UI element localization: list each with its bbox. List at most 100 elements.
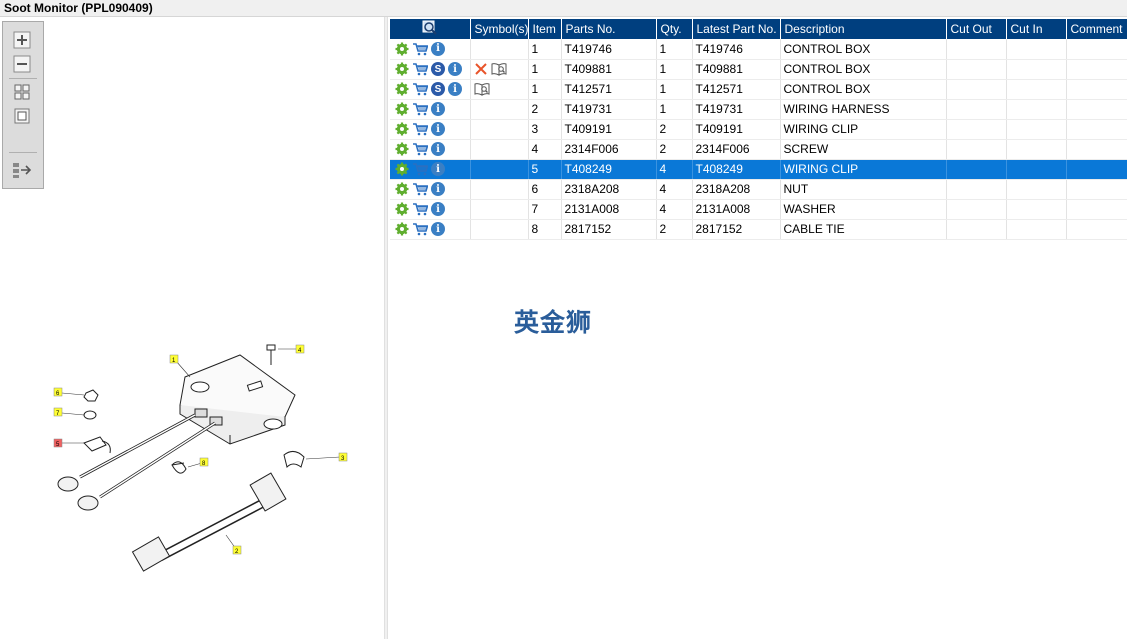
info-icon[interactable]: i — [448, 62, 462, 76]
shopping-cart-icon[interactable] — [412, 62, 428, 76]
book-icon — [491, 63, 506, 76]
info-icon[interactable]: i — [431, 102, 445, 116]
info-icon[interactable]: i — [431, 162, 445, 176]
table-row[interactable]: Si 1 T409881 1 T409881 CONTROL BOX — [390, 59, 1127, 80]
comment-cell — [1066, 139, 1127, 160]
shopping-cart-icon[interactable] — [412, 222, 428, 236]
s-icon[interactable]: S — [431, 82, 445, 96]
latest-part-number-cell: T412571 — [692, 79, 781, 100]
info-icon[interactable]: i — [431, 182, 445, 196]
description-cell: CONTROL BOX — [780, 79, 947, 100]
column-header-symbols[interactable]: Symbol(s) — [470, 19, 529, 39]
column-header-item[interactable]: Item — [528, 19, 562, 39]
table-row[interactable]: i 2 T419731 1 T419731 WIRING HARNESS — [390, 99, 1127, 120]
shopping-cart-icon[interactable] — [412, 102, 428, 116]
column-header-comment[interactable]: Comment — [1066, 19, 1127, 39]
fit-all-button[interactable] — [11, 82, 33, 102]
diagram-pane[interactable]: 1 4 3 6 7 5 8 2 — [0, 17, 384, 639]
gear-icon[interactable] — [395, 122, 409, 136]
info-icon[interactable]: i — [431, 142, 445, 156]
gear-icon[interactable] — [395, 102, 409, 116]
gear-icon[interactable] — [395, 82, 409, 96]
toolbar-separator — [9, 78, 37, 79]
cut-out-cell — [946, 119, 1007, 140]
zoom-in-icon — [13, 31, 31, 49]
table-row[interactable]: i 7 2131A008 4 2131A008 WASHER — [390, 199, 1127, 220]
table-row[interactable]: i 6 2318A208 4 2318A208 NUT — [390, 179, 1127, 200]
item-cell: 2 — [528, 99, 562, 120]
item-cell: 1 — [528, 39, 562, 60]
gear-icon[interactable] — [395, 222, 409, 236]
table-header-row: Symbol(s) Item Parts No. Qty. Latest Par… — [390, 19, 1127, 39]
description-cell: WIRING HARNESS — [780, 99, 947, 120]
symbols-cell — [470, 159, 529, 180]
shopping-cart-icon[interactable] — [412, 142, 428, 156]
exploded-parts-diagram[interactable]: 1 4 3 6 7 5 8 2 — [40, 317, 360, 587]
s-icon[interactable]: S — [431, 62, 445, 76]
column-header-parts-no[interactable]: Parts No. — [561, 19, 657, 39]
shopping-cart-icon[interactable] — [412, 82, 428, 96]
gear-icon[interactable] — [395, 142, 409, 156]
callout-3[interactable]: 3 — [338, 452, 348, 462]
zoom-out-icon — [13, 55, 31, 73]
callout-1[interactable]: 1 — [169, 354, 179, 364]
qty-cell: 2 — [656, 219, 693, 240]
description-cell: CONTROL BOX — [780, 39, 947, 60]
callout-2[interactable]: 2 — [232, 545, 242, 555]
callout-4[interactable]: 4 — [295, 344, 305, 354]
column-header-cut-out[interactable]: Cut Out — [946, 19, 1007, 39]
table-row[interactable]: i 4 2314F006 2 2314F006 SCREW — [390, 139, 1127, 160]
item-cell: 8 — [528, 219, 562, 240]
zoom-in-button[interactable] — [11, 30, 33, 50]
callout-8[interactable]: 8 — [199, 457, 209, 467]
comment-cell — [1066, 39, 1127, 60]
magnifier-icon — [422, 20, 437, 35]
column-header-actions[interactable] — [390, 19, 471, 39]
book-icon — [474, 83, 489, 96]
info-icon[interactable]: i — [431, 122, 445, 136]
cut-in-cell — [1006, 219, 1067, 240]
info-icon[interactable]: i — [448, 82, 462, 96]
table-row[interactable]: i 1 T419746 1 T419746 CONTROL BOX — [390, 39, 1127, 60]
description-cell: CABLE TIE — [780, 219, 947, 240]
item-cell: 6 — [528, 179, 562, 200]
table-row[interactable]: Si 1 T412571 1 T412571 CONTROL BOX — [390, 79, 1127, 100]
shopping-cart-icon[interactable] — [412, 202, 428, 216]
row-actions-cell: i — [390, 119, 471, 140]
shopping-cart-icon[interactable] — [412, 122, 428, 136]
cut-out-cell — [946, 199, 1007, 220]
gear-icon[interactable] — [395, 42, 409, 56]
latest-part-number-cell: 2131A008 — [692, 199, 781, 220]
callout-6[interactable]: 6 — [53, 387, 63, 397]
symbols-cell — [470, 139, 529, 160]
fit-window-button[interactable] — [11, 106, 33, 126]
gear-icon[interactable] — [395, 202, 409, 216]
zoom-out-button[interactable] — [11, 54, 33, 74]
qty-cell: 4 — [656, 199, 693, 220]
part-number-cell: 2131A008 — [561, 199, 657, 220]
table-row[interactable]: i 3 T409191 2 T409191 WIRING CLIP — [390, 119, 1127, 140]
row-actions-cell: i — [390, 139, 471, 160]
callout-7[interactable]: 7 — [53, 407, 63, 417]
cut-out-cell — [946, 99, 1007, 120]
gear-icon[interactable] — [395, 62, 409, 76]
column-header-cut-in[interactable]: Cut In — [1006, 19, 1067, 39]
list-export-button[interactable] — [11, 160, 33, 180]
gear-icon[interactable] — [395, 162, 409, 176]
part-number-cell: T419746 — [561, 39, 657, 60]
info-icon[interactable]: i — [431, 41, 445, 56]
shopping-cart-icon[interactable] — [412, 42, 428, 56]
callout-5[interactable]: 5 — [53, 438, 63, 448]
table-row[interactable]: i 5 T408249 4 T408249 WIRING CLIP — [390, 159, 1127, 180]
info-icon[interactable]: i — [431, 222, 445, 236]
shopping-cart-icon[interactable] — [412, 182, 428, 196]
latest-part-number-cell: T409881 — [692, 59, 781, 80]
gear-icon[interactable] — [395, 182, 409, 196]
column-header-latest-part-no[interactable]: Latest Part No. — [692, 19, 781, 39]
shopping-cart-icon[interactable] — [412, 162, 428, 176]
column-header-description[interactable]: Description — [780, 19, 947, 39]
table-row[interactable]: i 8 2817152 2 2817152 CABLE TIE — [390, 219, 1127, 240]
info-icon[interactable]: i — [431, 202, 445, 216]
cut-out-cell — [946, 219, 1007, 240]
column-header-qty[interactable]: Qty. — [656, 19, 693, 39]
